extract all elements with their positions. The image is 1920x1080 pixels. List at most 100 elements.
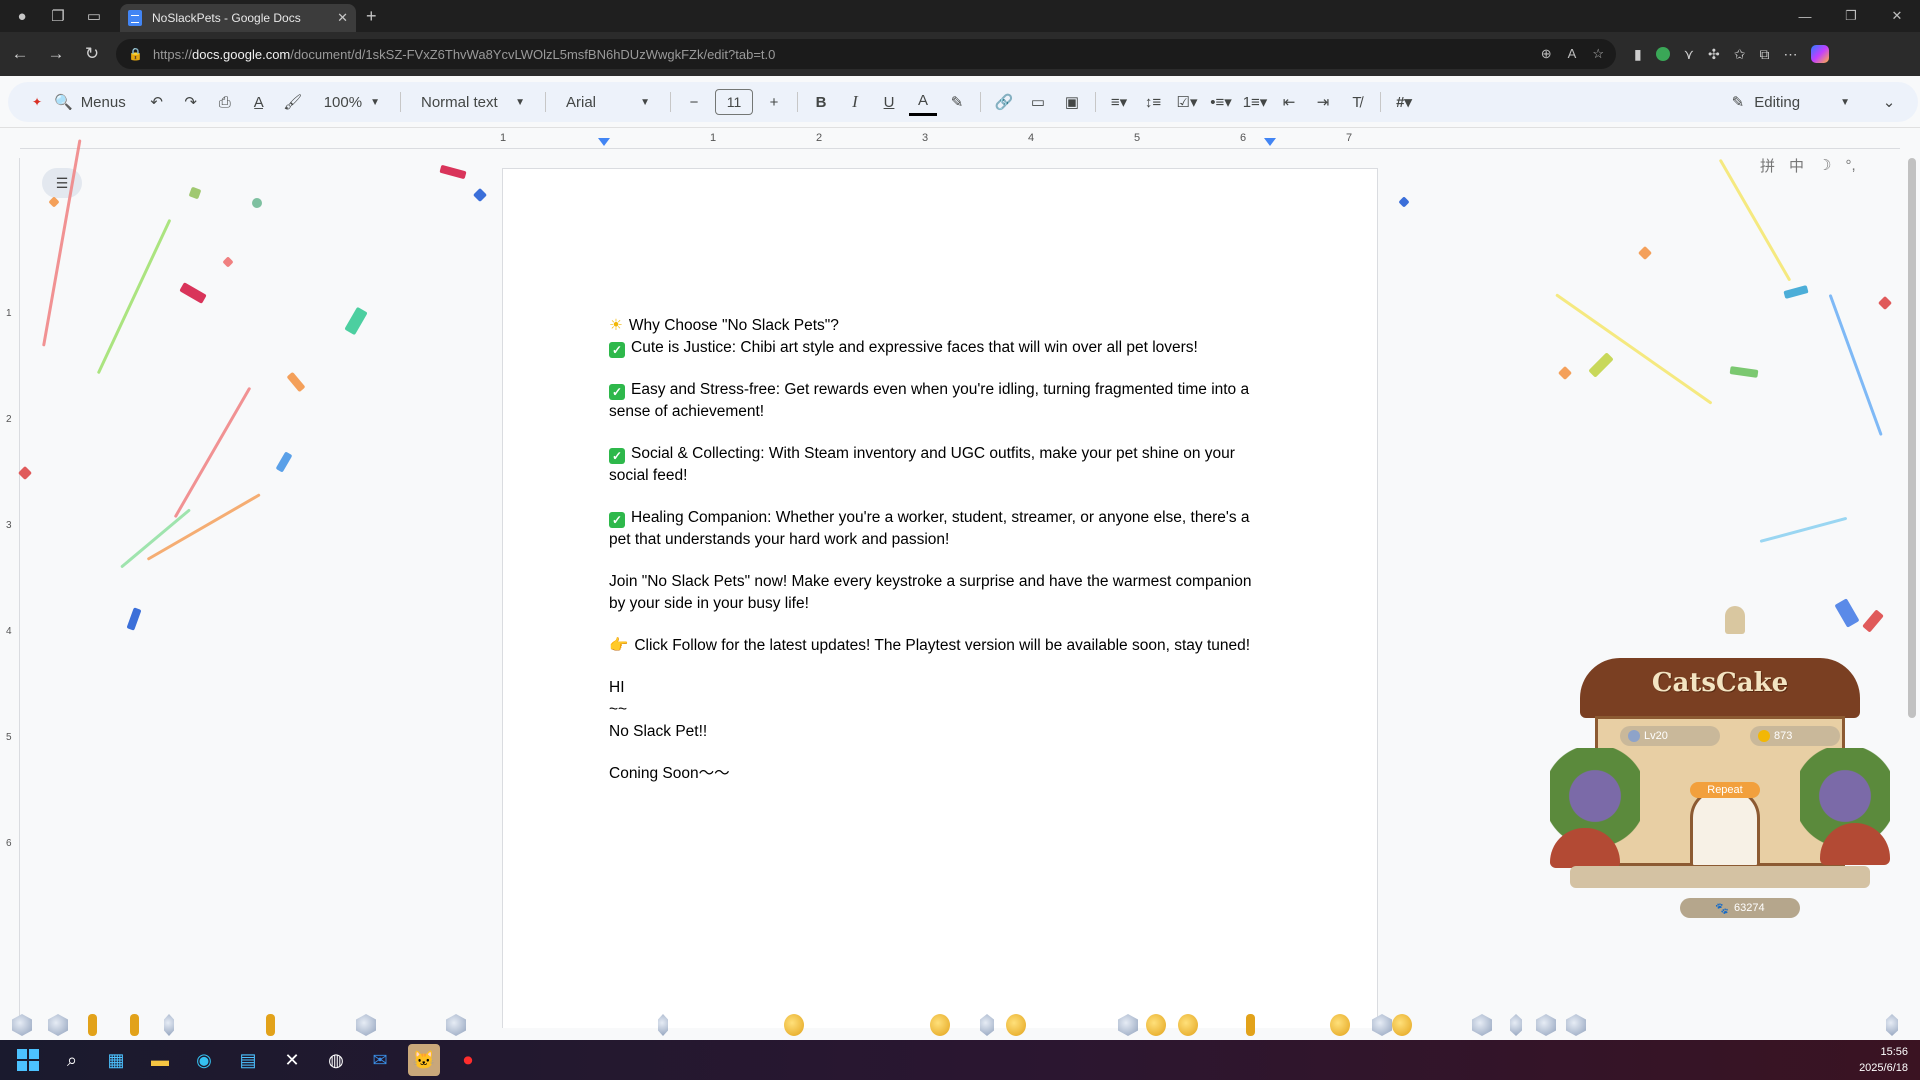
new-tab-button[interactable]: +	[366, 6, 377, 27]
tab-actions-icon[interactable]: ▭	[80, 2, 108, 30]
clear-formatting-icon[interactable]: T̸	[1343, 88, 1371, 116]
bold-icon[interactable]: B	[807, 88, 835, 116]
numbered-list-icon[interactable]: 1≡▾	[1241, 88, 1269, 116]
ime-moon-icon[interactable]: ☽	[1818, 156, 1831, 174]
paint-format-icon[interactable]: 🖌	[279, 88, 307, 116]
editing-label: Editing	[1754, 93, 1801, 111]
ime-pinyin-icon[interactable]: 拼	[1760, 155, 1775, 176]
notepad-icon[interactable]: ▤	[232, 1044, 264, 1076]
close-window-icon[interactable]: ✕	[1874, 0, 1920, 32]
toolbar-divider	[545, 92, 546, 112]
edge-browser-icon[interactable]: ◉	[188, 1044, 220, 1076]
italic-icon[interactable]: I	[841, 88, 869, 116]
checklist-icon[interactable]: ☑▾	[1173, 88, 1201, 116]
coin-edge-icon	[88, 1014, 97, 1036]
zoom-dropdown[interactable]: 100% ▼	[316, 94, 388, 111]
system-clock[interactable]: 15:56 2025/6/18	[1859, 1044, 1908, 1076]
highlight-color-icon[interactable]: ✎	[943, 88, 971, 116]
close-tab-icon[interactable]: ✕	[337, 10, 348, 26]
confetti-piece	[344, 306, 368, 336]
clock-date: 2025/6/18	[1859, 1062, 1908, 1074]
search-icon[interactable]: ⌕	[56, 1044, 88, 1076]
text-color-icon[interactable]: A	[909, 88, 937, 116]
point-text: Easy and Stress-free: Get rewards even w…	[609, 381, 1250, 420]
add-comment-icon[interactable]: ▭	[1024, 88, 1052, 116]
profile-icon[interactable]: ●	[8, 2, 36, 30]
shop-door-pet[interactable]	[1690, 788, 1760, 868]
forward-icon[interactable]: →	[40, 38, 72, 70]
collapse-toolbar-icon[interactable]: ⌄	[1875, 88, 1903, 116]
confetti-piece	[1877, 295, 1893, 311]
increase-font-size-icon[interactable]: +	[760, 88, 788, 116]
sparkle-icon[interactable]: ✦	[23, 88, 51, 116]
point-text: Healing Companion: Whether you're a work…	[609, 509, 1250, 548]
ime-toolbar[interactable]: 拼 中 ☽ °,	[1760, 152, 1900, 178]
outlook-icon[interactable]: ✉	[364, 1044, 396, 1076]
editing-mode-dropdown[interactable]: ✎ Editing ▼	[1718, 86, 1864, 118]
vertical-scrollbar[interactable]	[1908, 158, 1916, 718]
more-menu-icon[interactable]: ⋯	[1783, 46, 1797, 63]
gem-icon	[658, 1014, 668, 1036]
steam-icon[interactable]: ◍	[320, 1044, 352, 1076]
reload-icon[interactable]: ↻	[76, 38, 108, 70]
back-icon[interactable]: ←	[4, 38, 36, 70]
left-indent-marker[interactable]	[598, 138, 610, 146]
extension-drive-icon[interactable]	[1655, 47, 1670, 61]
table-icon[interactable]: #▾	[1390, 88, 1418, 116]
widgets-icon[interactable]: ▦	[100, 1044, 132, 1076]
bulleted-list-icon[interactable]: •≡▾	[1207, 88, 1235, 116]
font-dropdown[interactable]: Arial ▼	[558, 94, 658, 111]
insert-image-icon[interactable]: ▣	[1058, 88, 1086, 116]
window-controls: — ❐ ✕	[1782, 0, 1920, 32]
increase-indent-icon[interactable]: ⇥	[1309, 88, 1337, 116]
windows-logo-icon	[17, 1049, 39, 1071]
url-field[interactable]: 🔒 https://docs.google.com/document/d/1sk…	[116, 39, 1616, 69]
browser-tab-active[interactable]: NoSlackPets - Google Docs ✕	[120, 4, 356, 32]
favorites-icon[interactable]: ✩	[1734, 46, 1746, 63]
workspaces-icon[interactable]: ❐	[44, 2, 72, 30]
extension-u-icon[interactable]: ▮	[1634, 46, 1642, 63]
vertical-ruler[interactable]: 1 2 3 4 5 6	[4, 158, 20, 1018]
confetti-piece	[1398, 196, 1410, 208]
paragraph-style-dropdown[interactable]: Normal text ▼	[413, 94, 533, 111]
undo-icon[interactable]: ↶	[143, 88, 171, 116]
search-menus-button[interactable]: 🔍 Menus	[54, 93, 126, 112]
line-spacing-icon[interactable]: ↕≡	[1139, 88, 1167, 116]
right-indent-marker[interactable]	[1264, 138, 1276, 146]
zoom-icon[interactable]: ⊕	[1541, 46, 1552, 62]
file-explorer-icon[interactable]: ▬	[144, 1044, 176, 1076]
extensions-puzzle-icon[interactable]: ✣	[1708, 46, 1720, 63]
align-icon[interactable]: ≡▾	[1105, 88, 1133, 116]
horizontal-ruler[interactable]: 1 1 2 3 4 5 6 7	[500, 132, 1380, 146]
document-outline-button[interactable]: ☰	[42, 168, 82, 198]
pet-app-icon[interactable]: 🐱	[408, 1044, 440, 1076]
decrease-indent-icon[interactable]: ⇤	[1275, 88, 1303, 116]
ime-punct-icon[interactable]: °,	[1845, 157, 1855, 174]
document-workspace[interactable]: 1 1 2 3 4 5 6 7 1 2 3 4 5 6 ☰ 拼 中 ☽ °, ☀…	[0, 128, 1920, 1028]
spellcheck-icon[interactable]: A̲	[245, 88, 273, 116]
underline-icon[interactable]: U	[875, 88, 903, 116]
redo-icon[interactable]: ↷	[177, 88, 205, 116]
insert-link-icon[interactable]: 🔗	[990, 88, 1018, 116]
repeat-button[interactable]: Repeat	[1690, 782, 1760, 798]
favorite-star-icon[interactable]: ☆	[1592, 46, 1604, 62]
outline-icon: ☰	[55, 174, 69, 191]
capcut-icon[interactable]: ✕	[276, 1044, 308, 1076]
restore-icon[interactable]: ❐	[1828, 0, 1874, 32]
ime-mode-label[interactable]: 中	[1789, 155, 1804, 176]
site-info-icon[interactable]: 🔒	[128, 47, 143, 61]
document-page[interactable]: ☀ Why Choose "No Slack Pets"? ✓ Cute is Ju…	[502, 168, 1378, 1028]
pet-house-widget[interactable]: CatsCake Lv20 873 Repeat 🐾 63274	[1550, 598, 1890, 918]
coin-icon	[1178, 1014, 1198, 1036]
print-icon[interactable]: ⎙	[211, 88, 239, 116]
copilot-icon[interactable]	[1811, 45, 1830, 63]
collections-icon[interactable]: ⧉	[1759, 46, 1769, 63]
record-icon[interactable]: ⏺	[452, 1044, 484, 1076]
extension-vd-icon[interactable]: ⋎	[1684, 46, 1694, 63]
font-size-input[interactable]: 11	[715, 89, 753, 115]
read-aloud-icon[interactable]: A	[1568, 46, 1577, 62]
start-button[interactable]	[12, 1044, 44, 1076]
minimize-icon[interactable]: —	[1782, 0, 1828, 32]
decrease-font-size-icon[interactable]: −	[680, 88, 708, 116]
document-body[interactable]: ☀ Why Choose "No Slack Pets"? ✓ Cute is Ju…	[609, 315, 1269, 785]
